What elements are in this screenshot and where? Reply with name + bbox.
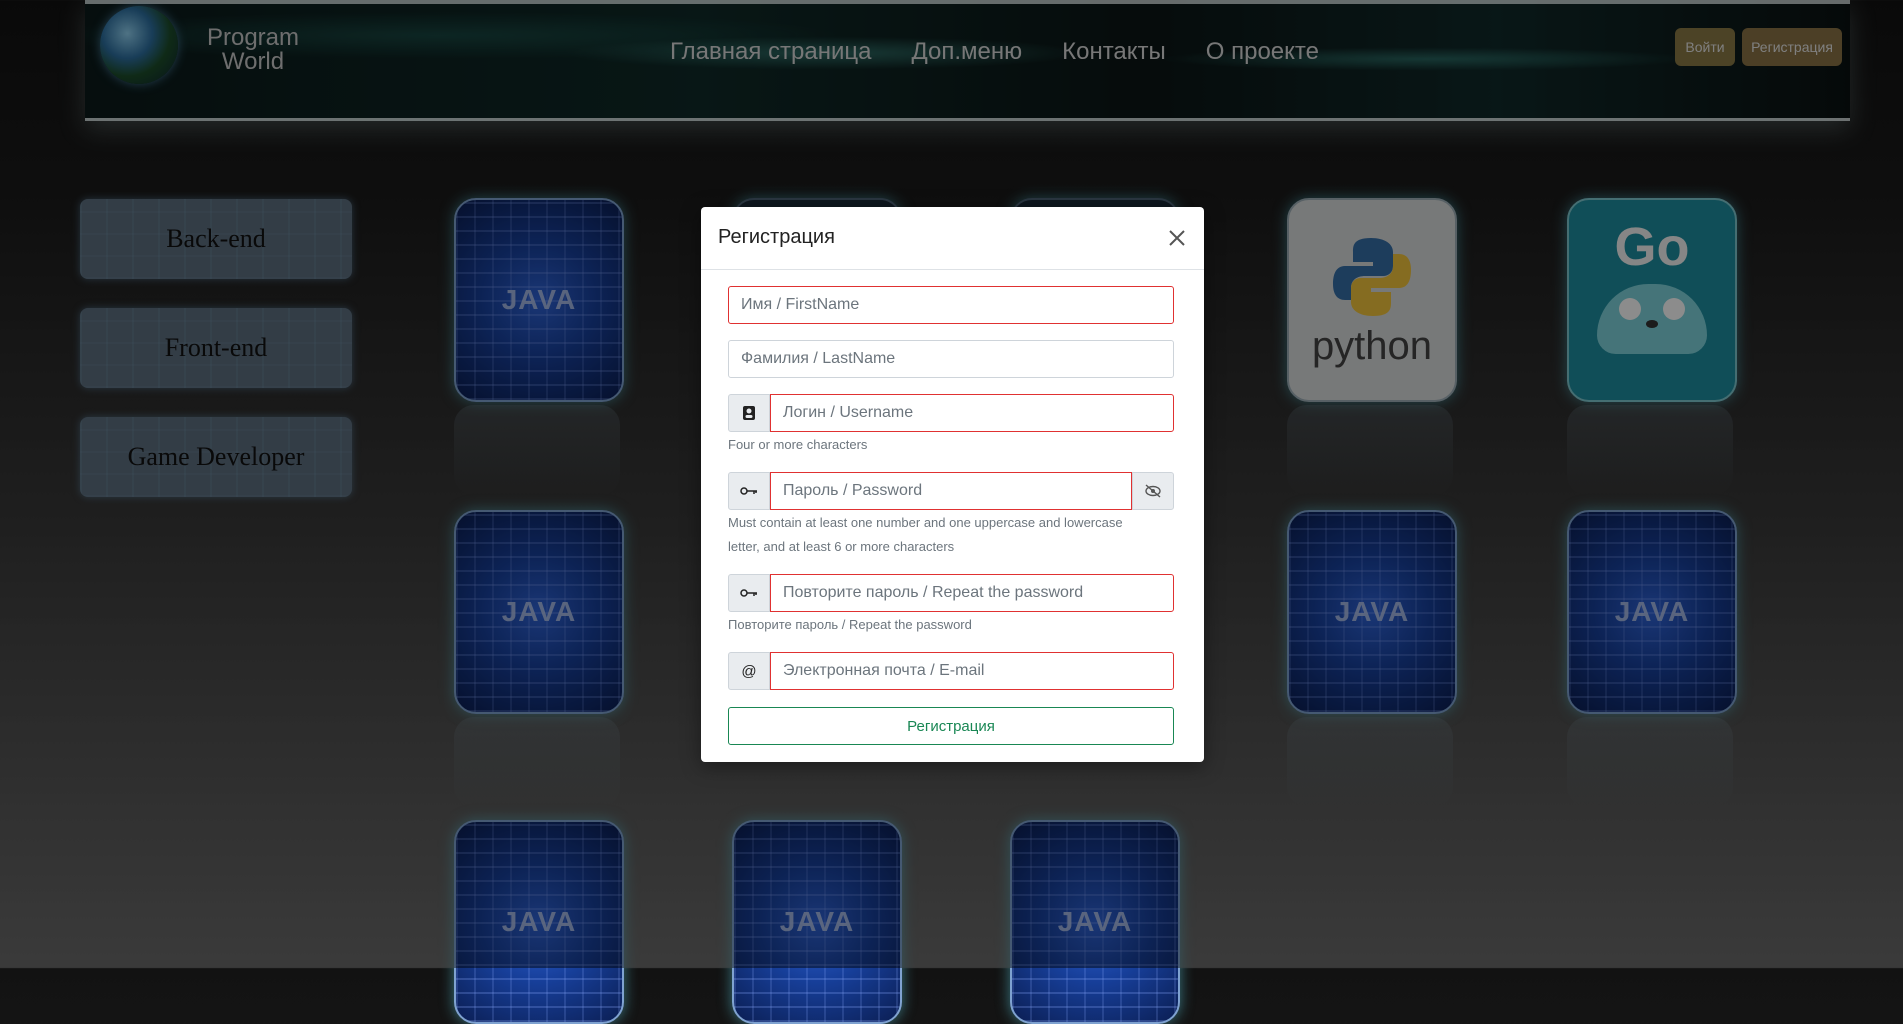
repeat-password-hint: Повторите пароль / Repeat the password [728,617,972,632]
password-field[interactable] [770,472,1132,510]
password-hint-line-1: Must contain at least one number and one… [728,515,1123,530]
user-id-icon [728,394,770,432]
close-icon[interactable] [1164,225,1190,251]
submit-registration-button[interactable]: Регистрация [728,707,1174,745]
repeat-password-field[interactable] [770,574,1174,612]
at-sign-icon: @ [728,652,770,690]
lastname-field[interactable] [728,340,1174,378]
modal-title: Регистрация [718,226,835,248]
key-icon [728,472,770,510]
key-icon [728,574,770,612]
username-field[interactable] [770,394,1174,432]
eye-slash-icon[interactable] [1132,472,1174,510]
firstname-field[interactable] [728,286,1174,324]
password-hint-line-2: letter, and at least 6 or more character… [728,539,955,554]
password-hint: Must contain at least one number and one… [728,511,1123,559]
modal-header: Регистрация [701,207,1204,270]
registration-modal: Регистрация Four or more characters Must… [701,207,1204,762]
email-field[interactable] [770,652,1174,690]
username-hint: Four or more characters [728,437,868,452]
